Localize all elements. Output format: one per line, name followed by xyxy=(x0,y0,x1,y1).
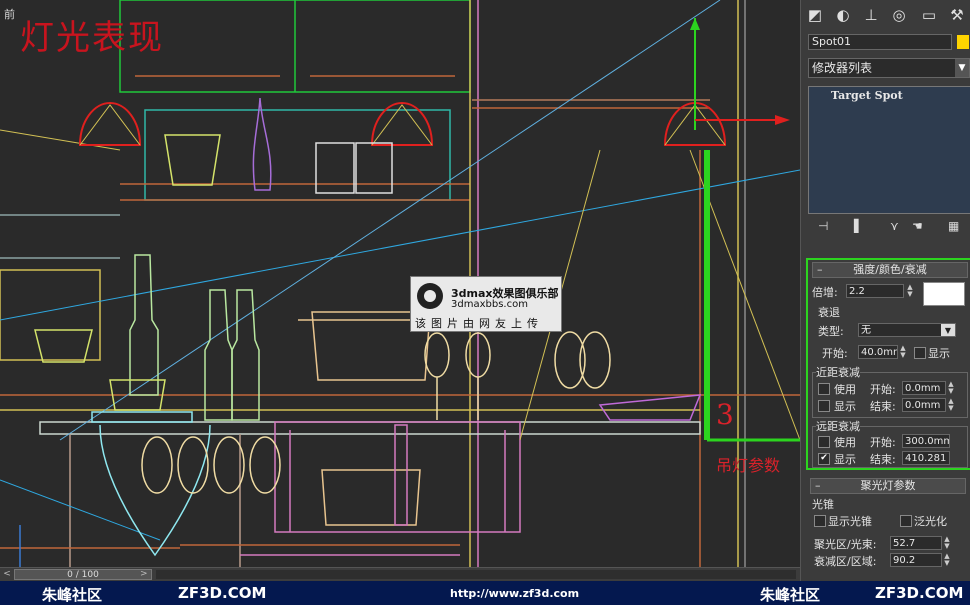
pin-stack-icon[interactable]: ⊣ xyxy=(818,219,828,233)
chevron-right-icon[interactable]: > xyxy=(140,569,150,580)
display-icon[interactable]: ▭ xyxy=(917,4,941,26)
multiplier-label: 倍增: xyxy=(812,286,838,299)
decay-type-label: 类型: xyxy=(818,325,844,338)
near-start-spinner[interactable]: ▲ ▼ xyxy=(947,381,955,395)
stack-item-target-spot[interactable]: Target Spot xyxy=(831,89,903,102)
show-cone-label: 显示光锥 xyxy=(828,515,872,528)
watermark: 3dmax效果图俱乐部 3dmaxbbs.com 该图片由网友上传 xyxy=(410,276,562,332)
configure-sets-icon[interactable]: ▦ xyxy=(948,219,959,233)
modifier-list-dropdown[interactable]: 修改器列表 ▼ xyxy=(808,58,970,78)
near-end-spinner[interactable]: ▲ ▼ xyxy=(947,398,955,412)
chevron-left-icon[interactable]: < xyxy=(2,569,12,580)
hotspot-input[interactable]: 52.7 xyxy=(890,536,942,550)
lamp-left xyxy=(78,102,142,146)
decay-show-checkbox[interactable] xyxy=(914,347,926,359)
time-slider[interactable]: < 0 / 100 > xyxy=(0,567,800,582)
utilities-icon[interactable]: ⚒ xyxy=(945,4,969,26)
near-use-checkbox[interactable] xyxy=(818,383,830,395)
far-use-checkbox[interactable] xyxy=(818,436,830,448)
far-start-input[interactable]: 300.0mm xyxy=(902,434,950,448)
decay-type-value: 无 xyxy=(861,325,871,336)
object-color-swatch[interactable] xyxy=(957,35,969,49)
make-unique-icon[interactable]: ⋎ xyxy=(890,219,899,233)
far-show-checkbox[interactable]: ✔ xyxy=(818,453,830,465)
footer-brand-left: 朱峰社区 xyxy=(42,586,103,604)
decay-start-spinner[interactable]: ▲ ▼ xyxy=(899,345,907,359)
watermark-note: 该图片由网友上传 xyxy=(415,317,543,330)
decay-start-input[interactable]: 40.0mm xyxy=(858,345,898,359)
collapse-icon[interactable]: – xyxy=(817,263,823,277)
far-show-label: 显示 xyxy=(834,453,856,466)
footer-url[interactable]: http://www.zf3d.com xyxy=(450,587,579,600)
title-overlay: 灯光表现 xyxy=(20,18,164,58)
show-cone-checkbox[interactable] xyxy=(814,515,826,527)
viewport-label[interactable]: 前 xyxy=(4,6,15,22)
near-start-input[interactable]: 0.0mm xyxy=(902,381,946,395)
footer-site-right: ZF3D.COM xyxy=(875,584,964,602)
chevron-down-icon[interactable]: ▼ xyxy=(941,324,955,336)
far-use-label: 使用 xyxy=(834,436,856,449)
overshoot-checkbox[interactable] xyxy=(900,515,912,527)
object-name-field[interactable]: Spot01 xyxy=(808,34,952,50)
hierarchy-icon[interactable]: ⊥ xyxy=(859,4,883,26)
near-start-label: 开始: xyxy=(870,383,896,396)
modifier-list-label: 修改器列表 xyxy=(812,61,873,75)
create-icon[interactable]: ◩ xyxy=(803,4,827,26)
wireframe-scene xyxy=(0,0,800,567)
near-end-label: 结束: xyxy=(870,400,896,413)
footer-banner: 朱峰社区 ZF3D.COM http://www.zf3d.com 朱峰社区 Z… xyxy=(0,581,970,605)
decay-type-select[interactable]: 无 ▼ xyxy=(858,323,956,337)
hotspot-spinner[interactable]: ▲ ▼ xyxy=(943,536,951,550)
command-panel: ◩ ◐ ⊥ ◎ ▭ ⚒ Spot01 修改器列表 ▼ Target Spot ⊣… xyxy=(800,0,970,581)
tableware-wireframes xyxy=(34,97,702,557)
intensity-color-attenuation-rollout: – 强度/颜色/衰减 倍增: 2.2 ▲ ▼ 衰退 类型: 无 ▼ 开始: 40.… xyxy=(806,258,970,470)
rollout-title: 强度/颜色/衰减 xyxy=(853,263,927,276)
viewport-front[interactable]: 前 灯光表现 3 吊灯参数 3dmax效果图俱乐部 3dmaxbbs.com 该… xyxy=(0,0,800,567)
chevron-down-icon[interactable]: ▼ xyxy=(955,59,969,77)
falloff-spinner[interactable]: ▲ ▼ xyxy=(943,553,951,567)
near-end-input[interactable]: 0.0mm xyxy=(902,398,946,412)
near-show-checkbox[interactable] xyxy=(818,400,830,412)
modifier-stack[interactable]: Target Spot xyxy=(808,86,970,214)
modify-icon[interactable]: ◐ xyxy=(831,4,855,26)
time-slider-track[interactable] xyxy=(156,570,796,579)
near-use-label: 使用 xyxy=(834,383,856,396)
footer-brand-right: 朱峰社区 xyxy=(760,586,821,604)
overshoot-label: 泛光化 xyxy=(914,515,947,528)
watermark-site: 3dmaxbbs.com xyxy=(451,299,528,310)
near-attenuation-label: 近距衰减 xyxy=(816,364,860,380)
decay-start-label: 开始: xyxy=(822,347,848,360)
callout-label: 吊灯参数 xyxy=(716,456,781,475)
far-end-label: 结束: xyxy=(870,453,896,466)
cone-group-label: 光锥 xyxy=(812,498,834,511)
far-end-input[interactable]: 410.281 xyxy=(902,451,950,465)
hotspot-label: 聚光区/光束: xyxy=(814,538,877,551)
watermark-logo-icon xyxy=(417,283,443,309)
remove-modifier-icon[interactable]: ☚ xyxy=(912,219,923,233)
falloff-label: 衰减区/区域: xyxy=(814,555,877,568)
light-color-swatch[interactable] xyxy=(923,282,965,306)
decay-show-label: 显示 xyxy=(928,347,950,360)
footer-site-left: ZF3D.COM xyxy=(178,584,267,602)
spotlight-parameters-rollout: – 聚光灯参数 光锥 显示光锥 泛光化 聚光区/光束: 52.7 ▲ ▼ 衰减区/… xyxy=(806,476,970,581)
rollout-title: 聚光灯参数 xyxy=(860,479,916,492)
rollout-header-spotlight[interactable]: – 聚光灯参数 xyxy=(810,478,966,494)
stack-toolbar: ⊣ ▌ ⋎ ☚ ▦ xyxy=(808,216,970,238)
far-attenuation-label: 远距衰减 xyxy=(816,418,860,434)
callout-number: 3 xyxy=(716,398,734,431)
cabinet-wireframe xyxy=(0,0,800,567)
multiplier-input[interactable]: 2.2 xyxy=(846,284,904,298)
command-panel-tabs: ◩ ◐ ⊥ ◎ ▭ ⚒ xyxy=(801,2,970,28)
decay-group-label: 衰退 xyxy=(818,306,840,319)
motion-icon[interactable]: ◎ xyxy=(887,4,911,26)
near-show-label: 显示 xyxy=(834,400,856,413)
falloff-input[interactable]: 90.2 xyxy=(890,553,942,567)
multiplier-spinner[interactable]: ▲ ▼ xyxy=(906,284,914,298)
time-slider-thumb[interactable]: 0 / 100 xyxy=(14,569,152,580)
show-end-result-icon[interactable]: ▌ xyxy=(854,219,863,233)
rollout-header-intensity[interactable]: – 强度/颜色/衰减 xyxy=(812,262,968,278)
far-start-label: 开始: xyxy=(870,436,896,449)
collapse-icon[interactable]: – xyxy=(815,479,821,493)
